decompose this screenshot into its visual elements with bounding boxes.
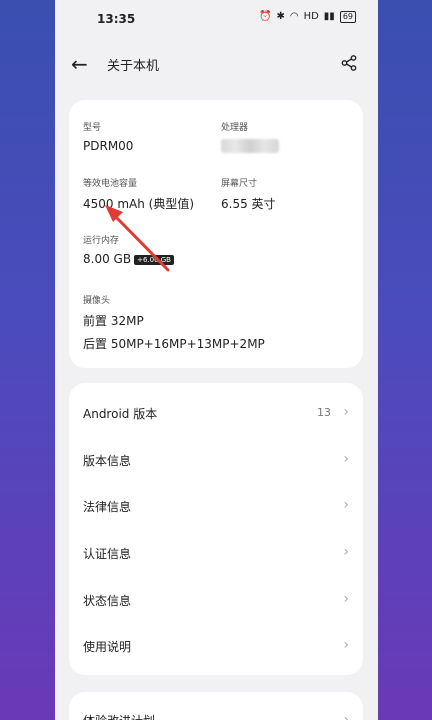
annotation-arrow xyxy=(105,205,170,272)
phone-screen: 13:35 ⏰ ✱ ◠ HD ▮▮ 69 ← 关于本机 型号 PDRM00 处理… xyxy=(55,0,378,720)
